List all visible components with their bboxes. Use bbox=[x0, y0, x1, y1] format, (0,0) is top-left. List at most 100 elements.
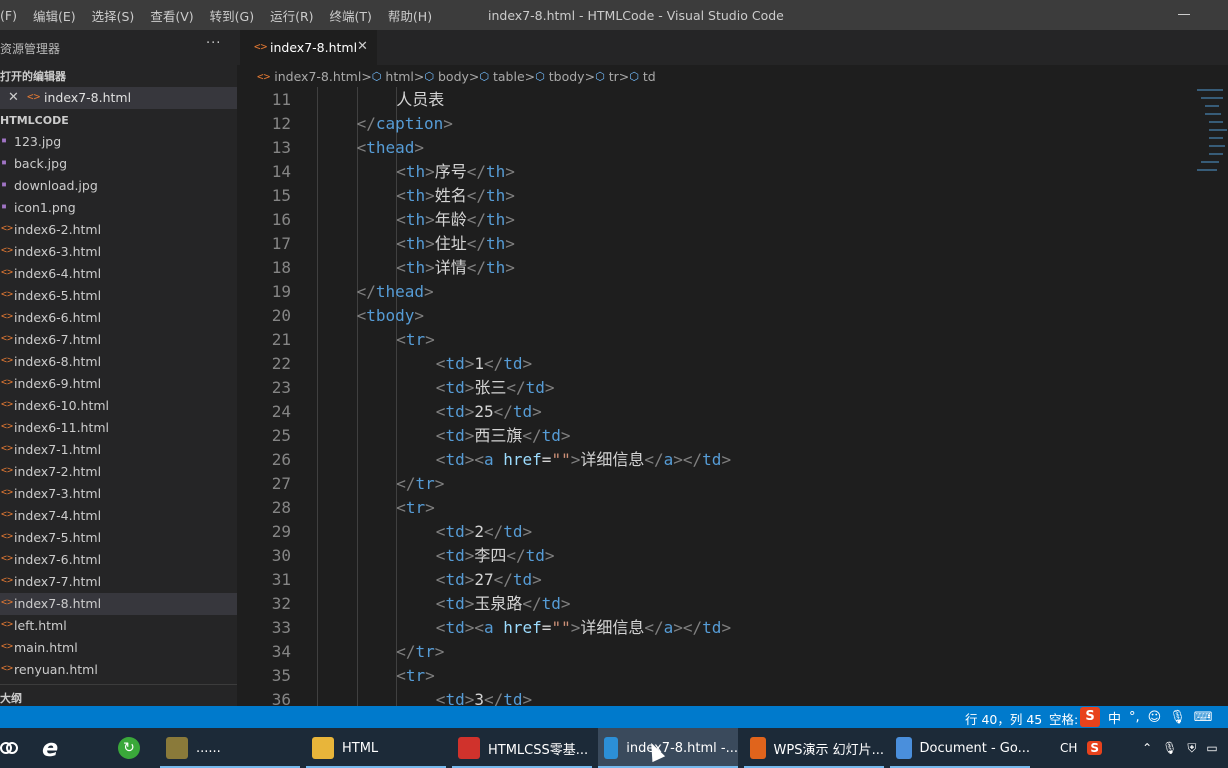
code-line[interactable]: 30 <td>李四</td> bbox=[237, 544, 1192, 568]
file-item[interactable]: <> index6-11.html bbox=[0, 417, 237, 439]
app-icon-left[interactable] bbox=[0, 728, 24, 768]
file-item[interactable]: <> index6-10.html bbox=[0, 395, 237, 417]
file-item[interactable]: <> main.html bbox=[0, 637, 237, 659]
menu-item[interactable]: (F) bbox=[0, 8, 17, 23]
code-line[interactable]: 20 <tbody> bbox=[237, 304, 1192, 328]
code-line[interactable]: 31 <td>27</td> bbox=[237, 568, 1192, 592]
breadcrumb-item[interactable]: ⬡ body bbox=[424, 69, 469, 84]
file-item[interactable]: <> renyuan.html bbox=[0, 659, 237, 681]
close-tab-icon[interactable]: ✕ bbox=[357, 39, 368, 54]
more-actions-icon[interactable]: ··· bbox=[206, 36, 221, 51]
file-item[interactable]: <> index6-9.html bbox=[0, 373, 237, 395]
file-item[interactable]: <> index6-6.html bbox=[0, 307, 237, 329]
chevron-up-icon[interactable]: ⌃ bbox=[1142, 741, 1152, 755]
menu-item[interactable]: 转到(G) bbox=[210, 6, 254, 25]
code-line[interactable]: 33 <td><a href="">详细信息</a></td> bbox=[237, 616, 1192, 640]
file-item[interactable]: <> index6-3.html bbox=[0, 241, 237, 263]
code-line[interactable]: 14 <th>序号</th> bbox=[237, 160, 1192, 184]
code-line[interactable]: 36 <td>3</td> bbox=[237, 688, 1192, 706]
breadcrumb-item[interactable]: ⬡ tr bbox=[595, 69, 619, 84]
file-item[interactable]: <> index7-6.html bbox=[0, 549, 237, 571]
taskbar-item[interactable]: index7-8.html -... bbox=[598, 728, 738, 768]
open-editor-item[interactable]: ✕ <> index7-8.html bbox=[0, 87, 237, 109]
ime-item[interactable]: ☺ bbox=[1148, 710, 1162, 725]
file-item[interactable]: <> index7-7.html bbox=[0, 571, 237, 593]
breadcrumb-item[interactable]: ⬡ tbody bbox=[535, 69, 584, 84]
code-line[interactable]: 13 <thead> bbox=[237, 136, 1192, 160]
code-line[interactable]: 12 </caption> bbox=[237, 112, 1192, 136]
file-item[interactable]: <> index6-4.html bbox=[0, 263, 237, 285]
breadcrumb-item[interactable]: ⬡ td bbox=[629, 69, 655, 84]
file-item[interactable]: <> index7-5.html bbox=[0, 527, 237, 549]
code-line[interactable]: 24 <td>25</td> bbox=[237, 400, 1192, 424]
code-line[interactable]: 29 <td>2</td> bbox=[237, 520, 1192, 544]
code-line[interactable]: 11 人员表 bbox=[237, 88, 1192, 112]
code-line[interactable]: 28 <tr> bbox=[237, 496, 1192, 520]
menu-item[interactable]: 帮助(H) bbox=[388, 6, 432, 25]
file-item[interactable]: <> index7-2.html bbox=[0, 461, 237, 483]
code-line[interactable]: 21 <tr> bbox=[237, 328, 1192, 352]
file-item[interactable]: <> index6-2.html bbox=[0, 219, 237, 241]
code-line[interactable]: 18 <th>详情</th> bbox=[237, 256, 1192, 280]
ime-item[interactable]: 🎙 bbox=[1169, 710, 1186, 725]
cursor-position[interactable]: 行 40，列 45 bbox=[965, 709, 1042, 728]
ime-item[interactable]: 中 bbox=[1108, 708, 1121, 727]
file-item[interactable]: <> index6-7.html bbox=[0, 329, 237, 351]
file-item[interactable]: ▪ 123.jpg bbox=[0, 131, 237, 153]
refresh-app-icon[interactable]: ↻ bbox=[118, 728, 144, 768]
minimize-button[interactable] bbox=[1178, 14, 1190, 15]
ime-item[interactable]: °, bbox=[1129, 710, 1140, 725]
file-item[interactable]: <> index7-4.html bbox=[0, 505, 237, 527]
code-line[interactable]: 19 </thead> bbox=[237, 280, 1192, 304]
security-icon[interactable]: ⛨ bbox=[1187, 741, 1196, 756]
taskbar-item[interactable]: HTMLCSS零基... bbox=[452, 728, 592, 768]
code-line[interactable]: 26 <td><a href="">详细信息</a></td> bbox=[237, 448, 1192, 472]
code-line[interactable]: 35 <tr> bbox=[237, 664, 1192, 688]
menu-item[interactable]: 编辑(E) bbox=[33, 6, 76, 25]
file-item[interactable]: <> index7-1.html bbox=[0, 439, 237, 461]
file-item[interactable]: ▪ download.jpg bbox=[0, 175, 237, 197]
breadcrumb-item[interactable]: ⬡ html bbox=[372, 69, 414, 84]
menu-item[interactable]: 运行(R) bbox=[270, 6, 313, 25]
code-line[interactable]: 22 <td>1</td> bbox=[237, 352, 1192, 376]
battery-icon[interactable]: ▭ bbox=[1206, 741, 1217, 755]
breadcrumb-item[interactable]: ⬡ table bbox=[479, 69, 524, 84]
sogou-tray-icon[interactable]: S bbox=[1087, 741, 1103, 755]
file-item[interactable]: <> index6-5.html bbox=[0, 285, 237, 307]
menu-item[interactable]: 查看(V) bbox=[150, 6, 193, 25]
file-item[interactable]: <> index6-8.html bbox=[0, 351, 237, 373]
taskbar-item[interactable]: HTML bbox=[306, 728, 446, 768]
file-item[interactable]: <> left.html bbox=[0, 615, 237, 637]
menu-item[interactable]: 终端(T) bbox=[330, 6, 372, 25]
microphone-icon[interactable]: 🎙 bbox=[1162, 741, 1177, 755]
code-line[interactable]: 17 <th>住址</th> bbox=[237, 232, 1192, 256]
code-line[interactable]: 16 <th>年龄</th> bbox=[237, 208, 1192, 232]
code-editor[interactable]: 11 人员表 12 </caption> 13 <thead> 14 <th>序号</th> 1… bbox=[237, 87, 1228, 706]
tab-index7-8[interactable]: <> index7-8.html ✕ bbox=[240, 30, 377, 65]
file-item[interactable]: <> index7-3.html bbox=[0, 483, 237, 505]
code-line[interactable]: 23 <td>张三</td> bbox=[237, 376, 1192, 400]
outline-header[interactable]: 大纲 bbox=[0, 684, 237, 706]
ime-item[interactable]: ⌨ bbox=[1194, 710, 1213, 725]
ie-icon[interactable]: e bbox=[42, 728, 72, 768]
sogou-icon[interactable]: S bbox=[1080, 707, 1100, 727]
close-icon[interactable]: ✕ bbox=[8, 90, 19, 105]
file-item[interactable]: ▪ back.jpg bbox=[0, 153, 237, 175]
taskbar-item[interactable]: ...... bbox=[160, 728, 300, 768]
ime-toolbar[interactable]: S 中 °, ☺ 🎙 ⌨ bbox=[1080, 707, 1213, 727]
file-item[interactable]: ▪ icon1.png bbox=[0, 197, 237, 219]
code-line[interactable]: 34 </tr> bbox=[237, 640, 1192, 664]
minimap[interactable] bbox=[1195, 87, 1228, 177]
code-line[interactable]: 27 </tr> bbox=[237, 472, 1192, 496]
language-indicator[interactable]: CH bbox=[1060, 741, 1077, 755]
code-line[interactable]: 32 <td>玉泉路</td> bbox=[237, 592, 1192, 616]
taskbar-item[interactable]: WPS演示 幻灯片... bbox=[744, 728, 884, 768]
breadcrumb-item[interactable]: <> index7-8.html bbox=[257, 69, 361, 84]
open-editors-header[interactable]: 打开的编辑器 bbox=[0, 68, 66, 84]
menu-item[interactable]: 选择(S) bbox=[92, 6, 135, 25]
folder-header[interactable]: HTMLCODE bbox=[0, 114, 69, 127]
code-line[interactable]: 15 <th>姓名</th> bbox=[237, 184, 1192, 208]
indentation-setting[interactable]: 空格: bbox=[1049, 709, 1078, 728]
file-item[interactable]: <> index7-8.html bbox=[0, 593, 237, 615]
taskbar-item[interactable]: Document - Go... bbox=[890, 728, 1030, 768]
